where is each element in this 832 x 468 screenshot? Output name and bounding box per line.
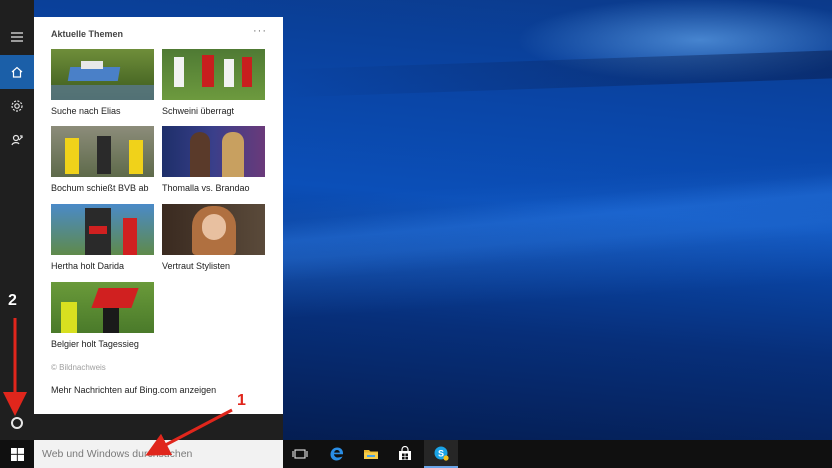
news-tile[interactable]: Vertraut Stylisten	[162, 204, 265, 271]
store-icon[interactable]	[388, 440, 422, 468]
hamburger-icon[interactable]	[0, 20, 34, 54]
search-input[interactable]	[42, 448, 272, 460]
news-caption: Suche nach Elias	[51, 106, 121, 116]
news-thumbnail	[162, 204, 265, 255]
news-thumbnail	[51, 204, 154, 255]
news-thumbnail	[162, 126, 265, 177]
edge-icon[interactable]	[320, 440, 354, 468]
task-view-icon[interactable]	[283, 440, 317, 468]
windows-logo-icon[interactable]	[0, 440, 34, 468]
annotation-number-1: 1	[237, 392, 246, 409]
cortana-news-panel: Aktuelle Themen ··· Suche nach Elias Sch…	[34, 17, 283, 440]
news-tile[interactable]: Suche nach Elias	[51, 49, 154, 116]
news-tile[interactable]: Belgier holt Tagessieg	[51, 282, 154, 349]
news-caption: Belgier holt Tagessieg	[51, 339, 139, 349]
news-thumbnail	[162, 49, 265, 100]
file-explorer-icon[interactable]	[354, 440, 388, 468]
news-tile[interactable]: Bochum schießt BVB ab	[51, 126, 154, 193]
annotation-number-2: 2	[8, 292, 17, 309]
panel-title: Aktuelle Themen	[51, 29, 124, 39]
skype-icon[interactable]: S	[424, 440, 458, 468]
search-box[interactable]	[34, 440, 283, 468]
news-thumbnail	[51, 49, 154, 100]
news-caption: Hertha holt Darida	[51, 261, 125, 271]
gear-icon[interactable]	[0, 89, 34, 123]
news-caption: Thomalla vs. Brandao	[162, 183, 250, 193]
taskbar: S	[0, 440, 832, 468]
news-caption: Schweini überragt	[162, 106, 235, 116]
more-options-icon[interactable]: ···	[253, 25, 267, 37]
news-tile[interactable]: Schweini überragt	[162, 49, 265, 116]
panel-footer	[34, 414, 283, 440]
cortana-circle-icon[interactable]	[11, 417, 23, 429]
feedback-icon[interactable]	[0, 123, 34, 157]
news-caption: Vertraut Stylisten	[162, 261, 231, 271]
news-tile[interactable]: Hertha holt Darida	[51, 204, 154, 271]
image-credit-link[interactable]: © Bildnachweis	[51, 363, 106, 372]
news-tile[interactable]: Thomalla vs. Brandao	[162, 126, 265, 193]
cortana-rail	[0, 0, 34, 440]
news-caption: Bochum schießt BVB ab	[51, 183, 149, 193]
news-thumbnail	[51, 282, 154, 333]
svg-text:S: S	[438, 449, 444, 459]
home-icon[interactable]	[0, 55, 34, 89]
more-news-link[interactable]: Mehr Nachrichten auf Bing.com anzeigen	[51, 385, 216, 395]
news-thumbnail	[51, 126, 154, 177]
